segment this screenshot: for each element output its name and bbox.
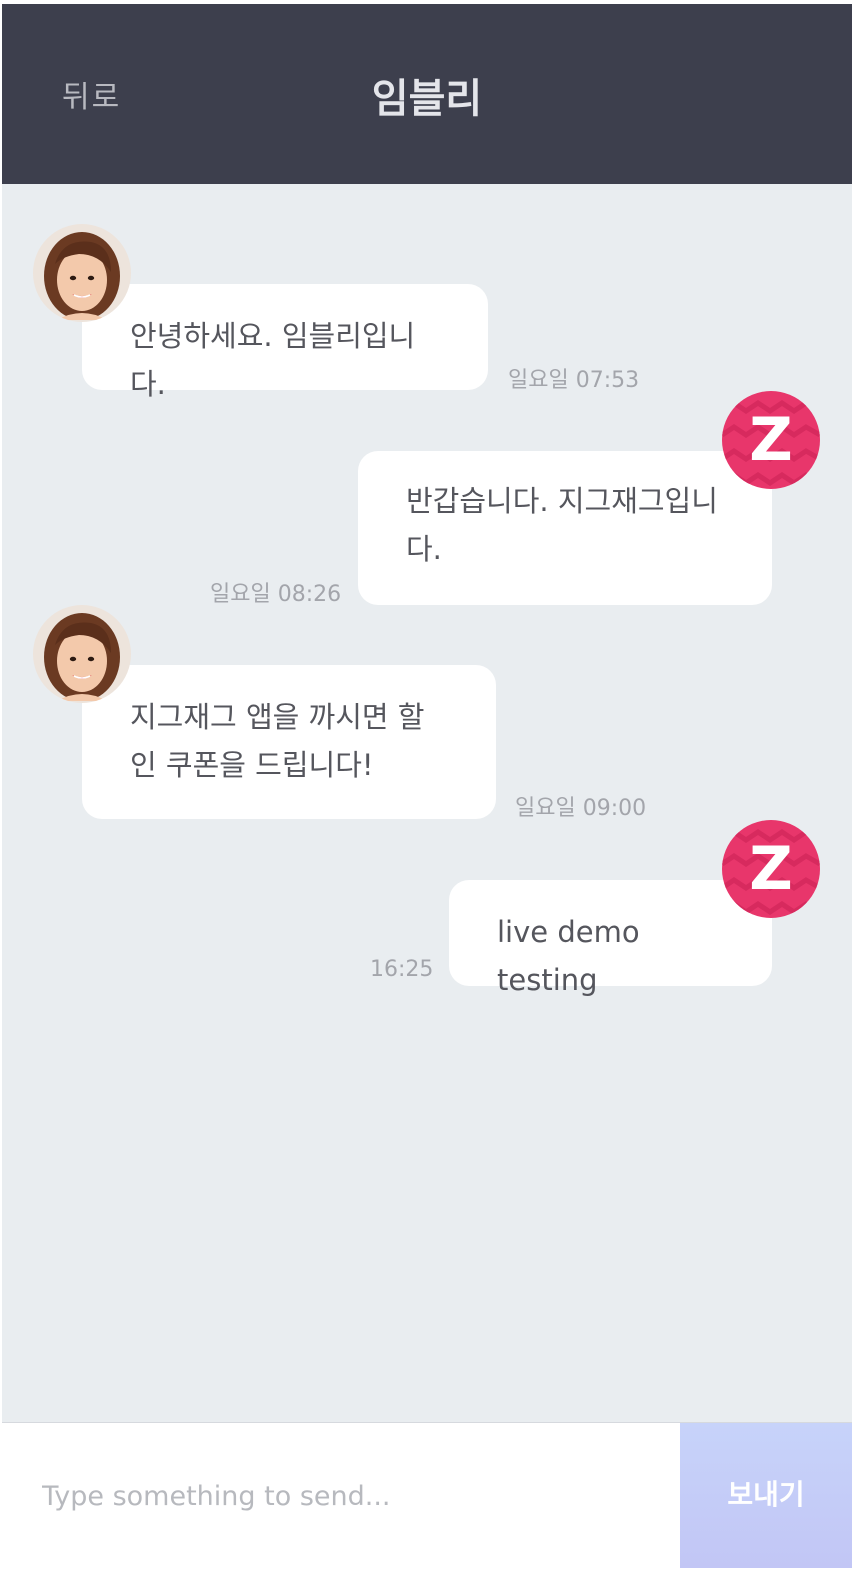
- chat-header: 뒤로 임블리: [2, 4, 852, 184]
- imvely-avatar[interactable]: [33, 605, 131, 703]
- message-time: 일요일 09:00: [515, 796, 647, 821]
- message-text: 안녕하세요. 임블리입니다.: [130, 319, 416, 401]
- imvely-avatar[interactable]: [33, 224, 131, 322]
- message-composer: 보내기: [2, 1422, 852, 1568]
- message-input[interactable]: [2, 1423, 680, 1568]
- message-text: 지그재그 앱을 까시면 할인 쿠폰을 드립니다!: [130, 700, 425, 782]
- message-time: 일요일 08:26: [210, 582, 342, 607]
- person-avatar-icon: [33, 224, 131, 322]
- zigzag-logo-letter: Z: [749, 405, 793, 475]
- message-bubble: 반갑습니다. 지그재그입니다.: [358, 451, 772, 605]
- zigzag-logo-letter: Z: [749, 834, 793, 904]
- message-time: 16:25: [370, 957, 434, 982]
- message-bubble: 지그재그 앱을 까시면 할인 쿠폰을 드립니다!: [82, 665, 496, 819]
- zigzag-avatar[interactable]: Z: [722, 820, 820, 918]
- message-text: live demo testing: [497, 915, 640, 997]
- message-time: 일요일 07:53: [508, 368, 640, 393]
- message-bubble: 안녕하세요. 임블리입니다.: [82, 284, 488, 401]
- message-text: 반갑습니다. 지그재그입니다.: [406, 484, 718, 566]
- zigzag-avatar[interactable]: Z: [722, 391, 820, 489]
- person-avatar-icon: [33, 605, 131, 703]
- chat-title: 임블리: [371, 76, 483, 122]
- send-button[interactable]: 보내기: [680, 1423, 852, 1568]
- chat-app: 뒤로 임블리 안녕하세요. 임블리입니다. 일요일 07:53 반갑습니다. 지…: [2, 4, 852, 1568]
